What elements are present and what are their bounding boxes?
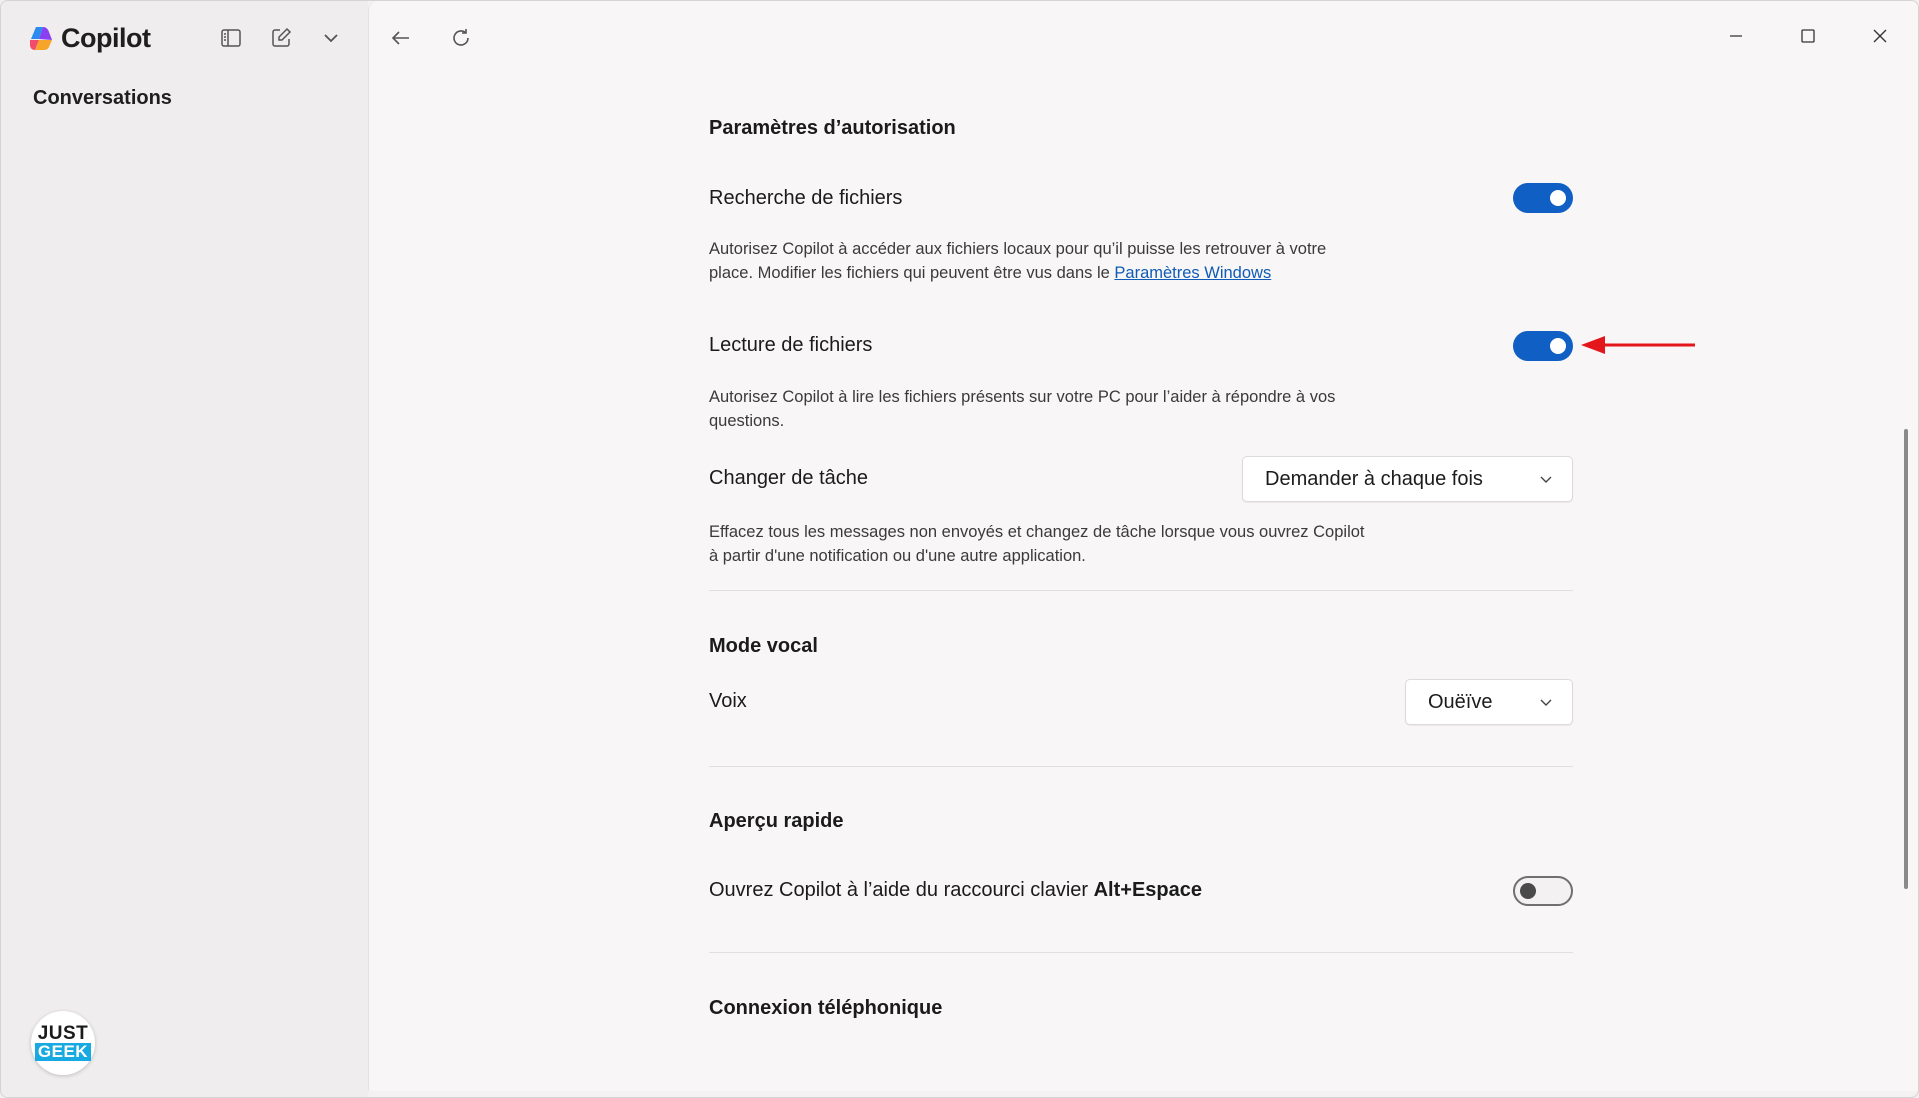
section-divider [709,952,1573,953]
compose-icon [272,27,292,47]
toggle-knob [1520,883,1536,899]
voice-section-title: Mode vocal [709,635,818,657]
chevron-down-icon [1540,476,1552,483]
quick-view-label-text: Ouvrez Copilot à l’aide du raccourci cla… [709,879,1094,901]
conversations-heading: Conversations [33,87,172,109]
toggle-knob [1550,190,1566,206]
quick-view-toggle[interactable] [1513,876,1573,906]
section-divider [709,590,1573,591]
maximize-button[interactable] [1782,17,1834,55]
refresh-icon [453,29,469,46]
watermark-line2: GEEK [34,1043,92,1061]
task-switch-label: Changer de tâche [709,467,869,489]
voice-dropdown[interactable]: Ouëïve [1405,679,1573,725]
shortcut-keys: Alt+Espace [1093,879,1202,901]
app-name: Copilot [61,22,151,53]
refresh-button[interactable] [443,21,479,55]
maximize-icon [1801,29,1815,43]
quick-view-label: Ouvrez Copilot à l’aide du raccourci cla… [709,879,1202,902]
copilot-logo-icon [30,27,52,50]
voice-value: Ouëïve [1428,690,1493,713]
navigation-buttons [383,21,479,55]
file-search-label: Recherche de fichiers [709,187,903,209]
window-controls [1710,17,1906,55]
sidebar-toolbar [213,21,349,55]
back-button[interactable] [383,21,419,55]
file-reading-label: Lecture de fichiers [709,334,873,356]
arrow-left-icon [391,31,409,45]
more-options-button[interactable] [313,21,349,55]
app-brand: Copilot [27,21,151,55]
permissions-section-title: Paramètres d’autorisation [709,117,956,139]
file-search-description: Autorisez Copilot à accéder aux fichiers… [709,237,1369,285]
settings-panel: Paramètres d’autorisation Recherche de f… [368,1,1918,1091]
section-divider [709,766,1573,767]
annotation-arrow-icon [1581,336,1695,354]
windows-settings-link[interactable]: Paramètres Windows [1114,264,1271,282]
watermark-logo: JUST GEEK [31,1011,95,1075]
chevron-down-icon [324,34,338,43]
sidebar-panel-icon [221,29,241,47]
file-reading-toggle[interactable] [1513,331,1573,361]
close-button[interactable] [1854,17,1906,55]
quick-view-section-title: Aperçu rapide [709,810,844,832]
chevron-down-icon [1540,699,1552,706]
task-switch-value: Demander à chaque fois [1265,467,1483,490]
phone-section-title: Connexion téléphonique [709,997,943,1019]
close-icon [1873,29,1887,43]
voice-label: Voix [709,690,747,712]
task-switch-description: Effacez tous les messages non envoyés et… [709,523,1365,565]
toggle-sidebar-button[interactable] [213,21,249,55]
new-conversation-button[interactable] [263,21,299,55]
task-switch-dropdown[interactable]: Demander à chaque fois [1242,456,1573,502]
toggle-knob [1550,338,1566,354]
file-search-toggle[interactable] [1513,183,1573,213]
file-reading-description: Autorisez Copilot à lire les fichiers pr… [709,388,1336,430]
minimize-button[interactable] [1710,17,1762,55]
scrollbar[interactable] [1904,429,1908,889]
sidebar: Copilot Conversations JUST GEEK [1,1,368,1097]
minimize-icon [1730,35,1742,37]
watermark-line1: JUST [37,1023,89,1044]
copilot-window: Copilot Conversations JUST GEEK Paramètr… [0,0,1919,1098]
